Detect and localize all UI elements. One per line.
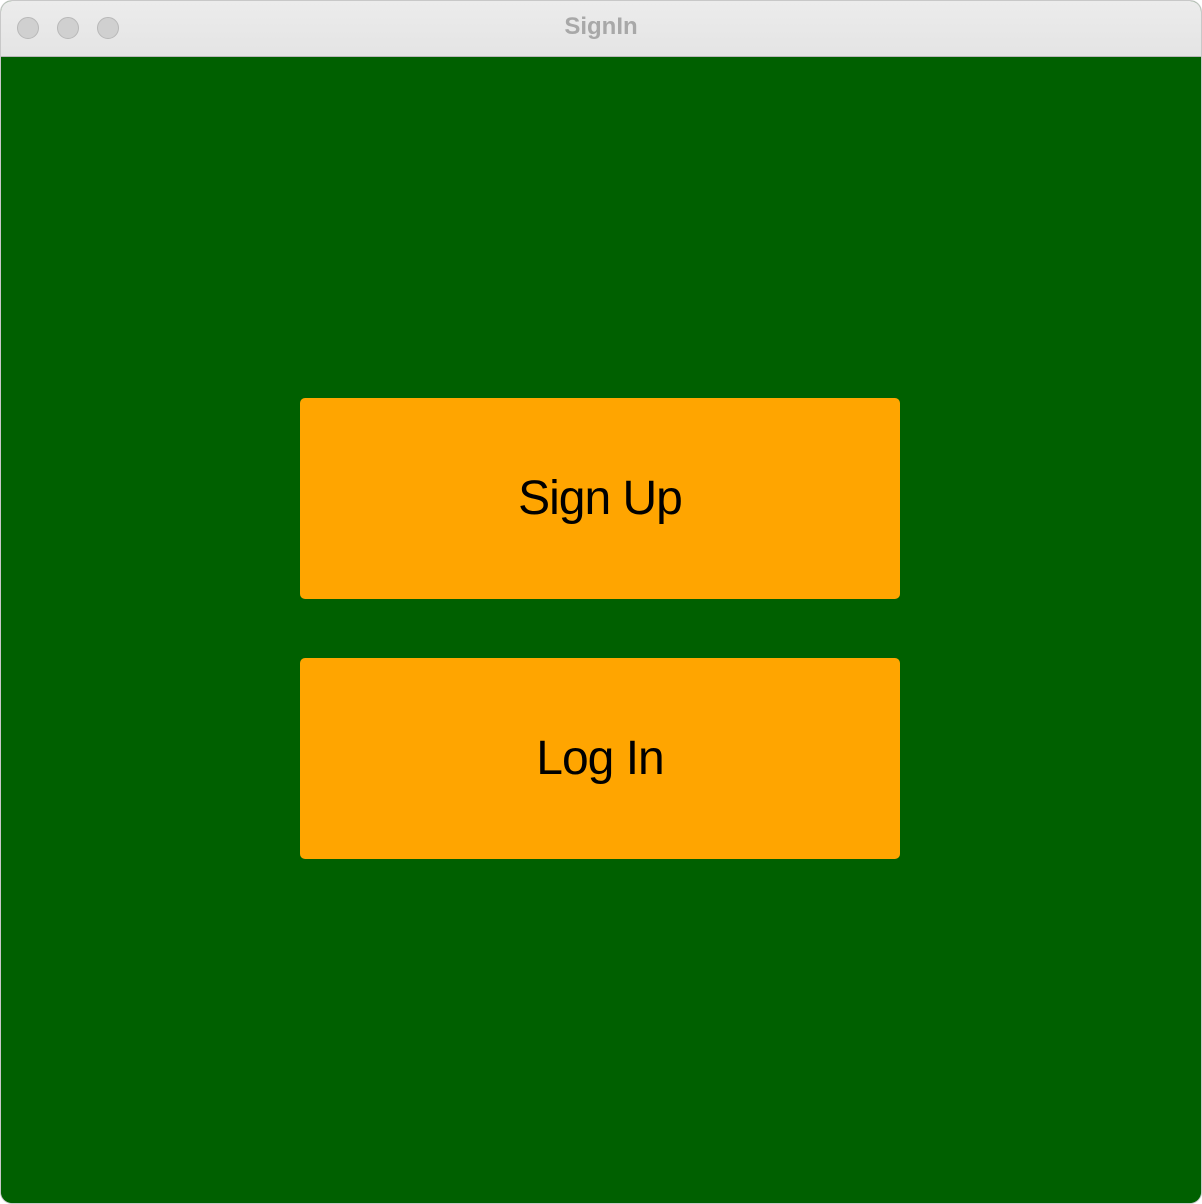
main-content: Sign Up Log In (1, 57, 1201, 1203)
sign-up-button[interactable]: Sign Up (300, 398, 900, 599)
title-bar[interactable]: SignIn (1, 1, 1201, 57)
log-in-label: Log In (536, 732, 664, 785)
log-in-button[interactable]: Log In (300, 658, 900, 859)
window-title: SignIn (564, 13, 638, 40)
sign-up-label: Sign Up (518, 472, 683, 525)
app-window: SignIn Sign Up Log In (0, 0, 1202, 1204)
